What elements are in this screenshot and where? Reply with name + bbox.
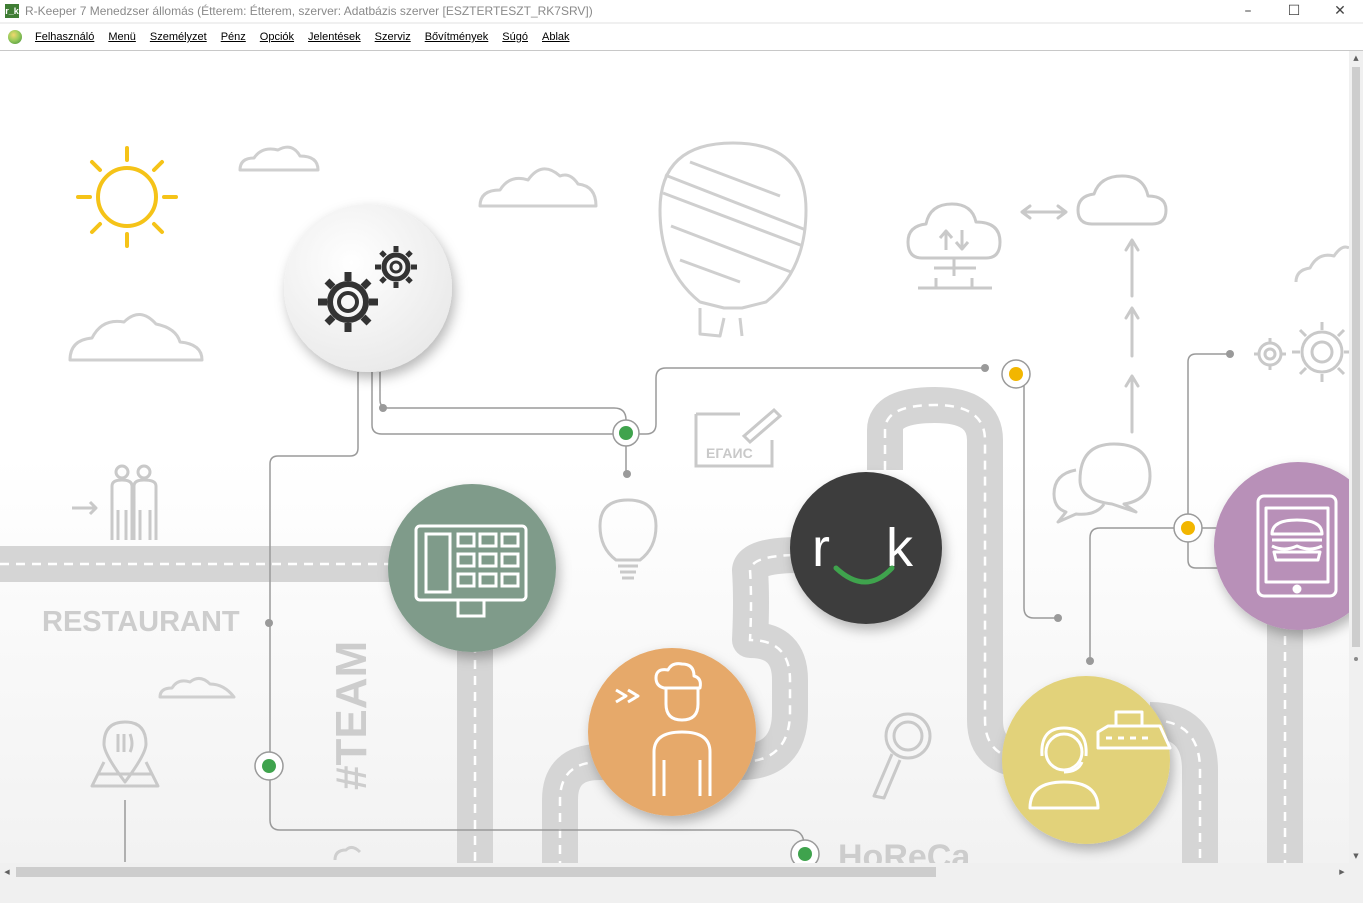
chat-icon: [1052, 442, 1152, 524]
app-menu-icon[interactable]: [8, 30, 22, 44]
start-screen: ЕГАИС RESTAURANT #TEAM HoReCa r k: [0, 51, 1349, 863]
horeca-label: HoReCa: [838, 838, 971, 863]
minimize-button[interactable]: –: [1225, 0, 1271, 22]
map-pin-icon: [90, 720, 160, 788]
cloud-upload-icon: [906, 202, 1002, 290]
title-bar: r_k R-Keeper 7 Menedzser állomás (Éttere…: [0, 0, 1363, 22]
team-label: #TEAM: [327, 641, 376, 790]
menu-bovitmenyek[interactable]: Bővítmények: [425, 31, 489, 43]
vertical-scrollbar[interactable]: ▲ ▼: [1349, 51, 1363, 863]
kitchen-button[interactable]: [588, 648, 756, 816]
scroll-position-marker: [1354, 657, 1358, 661]
close-button[interactable]: ✕: [1317, 0, 1363, 22]
sync-cloud-icon: [1020, 174, 1168, 434]
scroll-left-arrow-icon[interactable]: ◀: [0, 863, 14, 881]
app-logo-icon: r_k: [5, 4, 19, 18]
support-button[interactable]: [1002, 676, 1172, 844]
menu-bar: Felhasználó Menü Személyzet Pénz Opciók …: [0, 24, 1363, 51]
rk-logo-button[interactable]: r k: [790, 472, 942, 624]
people-icon: [72, 464, 158, 540]
settings-button[interactable]: [284, 204, 452, 372]
window-controls: – ☐ ✕: [1225, 0, 1363, 22]
menu-szemelyzet[interactable]: Személyzet: [150, 31, 207, 43]
sun-icon: [76, 146, 178, 248]
maximize-button[interactable]: ☐: [1271, 0, 1317, 22]
status-bar: [0, 881, 1363, 903]
scroll-right-arrow-icon[interactable]: ▶: [1335, 863, 1349, 881]
scroll-up-arrow-icon[interactable]: ▲: [1349, 51, 1363, 65]
menu-felhasznalo[interactable]: Felhasználó: [35, 31, 94, 43]
search-icon: [872, 712, 932, 800]
menu-jelentesek[interactable]: Jelentések: [308, 31, 361, 43]
gears-icon: [1254, 322, 1349, 382]
scrollbar-corner: [1349, 863, 1363, 881]
vertical-scroll-thumb[interactable]: [1352, 67, 1360, 647]
menu-sugo[interactable]: Súgó: [502, 31, 528, 43]
rk-logo-r: r: [812, 518, 830, 578]
egais-label: ЕГАИС: [706, 445, 753, 461]
menu-penz[interactable]: Pénz: [221, 31, 246, 43]
restaurant-label: RESTAURANT: [42, 606, 240, 638]
menu-ablak[interactable]: Ablak: [542, 31, 570, 43]
balloon-icon: [658, 141, 808, 338]
menu-menu[interactable]: Menü: [108, 31, 136, 43]
illustration: ЕГАИС RESTAURANT #TEAM HoReCa r k: [0, 141, 1349, 863]
pos-terminal-button[interactable]: [388, 484, 556, 652]
egais-icon: ЕГАИС: [694, 407, 783, 468]
horizontal-scrollbar[interactable]: ◀ ▶: [0, 863, 1349, 881]
background-labels: RESTAURANT #TEAM HoReCa: [42, 606, 971, 863]
window-title: R-Keeper 7 Menedzser állomás (Étterem: É…: [25, 4, 593, 18]
menu-opciok[interactable]: Opciók: [260, 31, 294, 43]
menu-szerviz[interactable]: Szerviz: [375, 31, 411, 43]
lightbulb-icon: [598, 498, 658, 580]
tablet-button[interactable]: [1214, 462, 1349, 630]
scroll-down-arrow-icon[interactable]: ▼: [1349, 849, 1363, 863]
horizontal-scroll-thumb[interactable]: [16, 867, 936, 877]
